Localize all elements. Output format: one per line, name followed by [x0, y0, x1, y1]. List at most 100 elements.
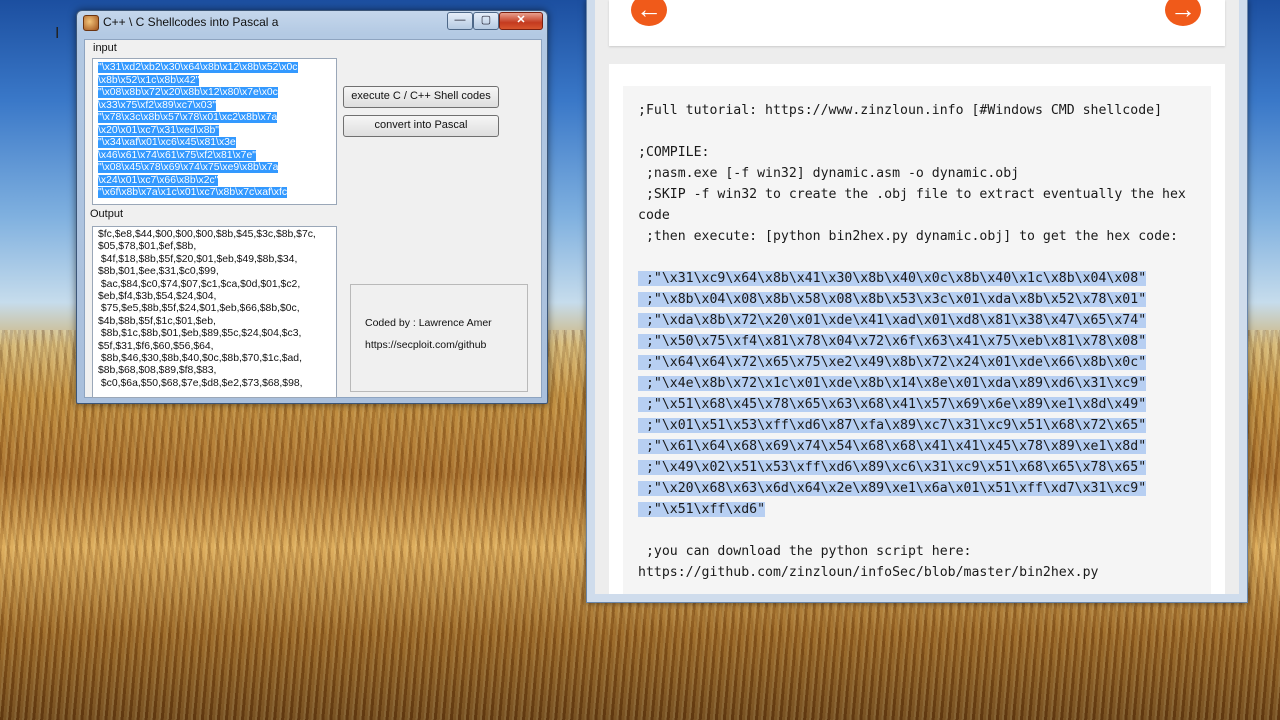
output-label: Output	[90, 208, 124, 220]
previous-arrow-icon[interactable]: ←	[631, 0, 667, 26]
code-line-text: code	[638, 208, 670, 223]
convert-button[interactable]: convert into Pascal	[343, 115, 499, 137]
input-line-text: \x24\x01\xc7\x66\x8b\x2c"	[98, 174, 219, 186]
code-line-text: ;you can download the python script here…	[638, 544, 972, 559]
maximize-button[interactable]: ▢	[473, 12, 499, 30]
input-line-text: "\x6f\x8b\x7a\x1c\x01\xc7\x8b\x7c\xaf\xf…	[98, 187, 288, 198]
close-button[interactable]: ✕	[499, 12, 543, 30]
output-line: $fc,$e8,$44,$00,$00,$00,$8b,$45,$3c,$8b,…	[98, 229, 316, 240]
input-line: \x20\x01\xc7\x31\xed\x8b"	[98, 124, 219, 138]
input-line: "\x08\x8b\x72\x20\x8b\x12\x80\x7e\x0c	[98, 87, 278, 100]
input-line: \x24\x01\xc7\x66\x8b\x2c"	[98, 174, 219, 188]
next-arrow-icon[interactable]: →	[1165, 0, 1201, 26]
code-line: ;"\x61\x64\x68\x69\x74\x54\x68\x68\x41\x…	[638, 436, 1147, 457]
app-icon	[83, 15, 99, 31]
code-line-text: ;"\xda\x8b\x72\x20\x01\xde\x41\xad\x01\x…	[638, 313, 1147, 328]
output-line: $8b,$46,$30,$8b,$40,$0c,$8b,$70,$1c,$ad,	[98, 353, 302, 364]
code-line: ;"\x51\x68\x45\x78\x65\x63\x68\x41\x57\x…	[638, 394, 1147, 415]
converter-window: C++ \ C Shellcodes into Pascal a — ▢ ✕ i…	[76, 10, 548, 404]
code-line-text: ;then execute: [python bin2hex.py dynami…	[638, 229, 1178, 244]
code-line-text: ;"\x31\xc9\x64\x8b\x41\x30\x8b\x40\x0c\x…	[638, 271, 1147, 286]
input-line-text: "\x08\x45\x78\x69\x74\x75\xe9\x8b\x7a	[98, 162, 279, 173]
code-line: ;"\x50\x75\xf4\x81\x78\x04\x72\x6f\x63\x…	[638, 331, 1147, 352]
input-line: "\x31\xd2\xb2\x30\x64\x8b\x12\x8b\x52\x0…	[98, 62, 298, 75]
input-textarea[interactable]: "\x31\xd2\xb2\x30\x64\x8b\x12\x8b\x52\x0…	[92, 58, 337, 205]
credit-panel: Coded by : Lawrence Amer https://secploi…	[350, 284, 528, 392]
code-line-text: ;"\x20\x68\x63\x6d\x64\x2e\x89\xe1\x6a\x…	[638, 481, 1147, 496]
input-line: \x46\x61\x74\x61\x75\xf2\x81\x7e"	[98, 149, 256, 163]
output-line: $4f,$18,$8b,$5f,$20,$01,$eb,$49,$8b,$34,	[98, 253, 298, 265]
content-card: ;Full tutorial: https://www.zinzloun.inf…	[609, 64, 1225, 594]
browser-page: ← → ;Full tutorial: https://www.zinzloun…	[595, 0, 1239, 594]
code-line-text: ;nasm.exe [-f win32] dynamic.asm -o dyna…	[638, 166, 1020, 181]
input-line-text: \x33\x75\xf2\x89\xc7\x03"	[98, 99, 217, 111]
input-line: "\x78\x3c\x8b\x57\x78\x01\xc2\x8b\x7a	[98, 112, 278, 125]
output-line: $5f,$31,$f6,$60,$56,$64,	[98, 340, 214, 352]
code-line-text: ;"\x4e\x8b\x72\x1c\x01\xde\x8b\x14\x8e\x…	[638, 376, 1147, 391]
code-line-text: ;"\x50\x75\xf4\x81\x78\x04\x72\x6f\x63\x…	[638, 334, 1147, 349]
code-line: ;nasm.exe [-f win32] dynamic.asm -o dyna…	[638, 163, 1019, 184]
input-line-text: \x46\x61\x74\x61\x75\xf2\x81\x7e"	[98, 149, 256, 161]
code-line-text: ;"\x49\x02\x51\x53\xff\xd6\x89\xc6\x31\x…	[638, 460, 1147, 475]
code-line-text: ;"\x64\x64\x72\x65\x75\xe2\x49\x8b\x72\x…	[638, 355, 1147, 370]
input-line-text: "\x08\x8b\x72\x20\x8b\x12\x80\x7e\x0c	[98, 87, 278, 98]
code-line: ;"\x4e\x8b\x72\x1c\x01\xde\x8b\x14\x8e\x…	[638, 373, 1147, 394]
code-line-text: ;"\x51\xff\xd6"	[638, 502, 766, 517]
code-block[interactable]: ;Full tutorial: https://www.zinzloun.inf…	[623, 86, 1211, 594]
input-line: "\x6f\x8b\x7a\x1c\x01\xc7\x8b\x7c\xaf\xf…	[98, 187, 288, 200]
input-line: \x8b\x52\x1c\x8b\x42"	[98, 74, 200, 88]
input-line-text: \x20\x01\xc7\x31\xed\x8b"	[98, 124, 219, 136]
code-line: https://github.com/zinzloun/infoSec/blob…	[638, 562, 1099, 583]
code-line-text: ;SKIP -f win32 to create the .obj file t…	[638, 187, 1186, 202]
window-client-area: input "\x31\xd2\xb2\x30\x64\x8b\x12\x8b\…	[84, 39, 542, 398]
code-line-text: ;Full tutorial: https://www.zinzloun.inf…	[638, 103, 1163, 118]
output-line: $4b,$8b,$5f,$1c,$01,$eb,	[98, 315, 216, 327]
output-line: $ac,$84,$c0,$74,$07,$c1,$ca,$0d,$01,$c2,	[98, 278, 301, 290]
code-line-text: ;"\x8b\x04\x08\x8b\x58\x08\x8b\x53\x3c\x…	[638, 292, 1147, 307]
code-line-text: ;"\x01\x51\x53\xff\xd6\x87\xfa\x89\xc7\x…	[638, 418, 1147, 433]
input-line-text: "\x34\xaf\x01\xc6\x45\x81\x3e	[98, 137, 236, 148]
code-line: ;COMPILE:	[638, 142, 709, 163]
code-line: code	[638, 205, 670, 226]
code-line-text: ;"\x51\x68\x45\x78\x65\x63\x68\x41\x57\x…	[638, 397, 1147, 412]
code-line: ;"\x31\xc9\x64\x8b\x41\x30\x8b\x40\x0c\x…	[638, 268, 1147, 289]
pager-card: ← →	[609, 0, 1225, 46]
code-line: ;"\x51\xff\xd6"	[638, 499, 766, 520]
minimize-button[interactable]: —	[447, 12, 473, 30]
browser-window: ← → ;Full tutorial: https://www.zinzloun…	[586, 0, 1248, 603]
input-line-text: "\x31\xd2\xb2\x30\x64\x8b\x12\x8b\x52\x0…	[98, 62, 298, 73]
input-line-text: \x8b\x52\x1c\x8b\x42"	[98, 74, 200, 86]
output-textarea[interactable]: $fc,$e8,$44,$00,$00,$00,$8b,$45,$3c,$8b,…	[92, 226, 337, 398]
code-line-text: https://github.com/zinzloun/infoSec/blob…	[638, 565, 1099, 580]
input-line: "\x08\x45\x78\x69\x74\x75\xe9\x8b\x7a	[98, 162, 279, 175]
input-line-text: "\x78\x3c\x8b\x57\x78\x01\xc2\x8b\x7a	[98, 112, 278, 123]
output-line: $8b,$68,$08,$89,$f8,$83,	[98, 365, 217, 377]
code-line: ;"\x49\x02\x51\x53\xff\xd6\x89\xc6\x31\x…	[638, 457, 1147, 478]
text-cursor-icon: I	[55, 25, 60, 42]
code-line-text: ;COMPILE:	[638, 145, 710, 160]
code-line: ;"\x20\x68\x63\x6d\x64\x2e\x89\xe1\x6a\x…	[638, 478, 1147, 499]
output-line: $eb,$f4,$3b,$54,$24,$04,	[98, 291, 217, 302]
input-line: "\x34\xaf\x01\xc6\x45\x81\x3e	[98, 137, 236, 150]
code-line: ;Full tutorial: https://www.zinzloun.inf…	[638, 100, 1162, 121]
window-title: C++ \ C Shellcodes into Pascal a	[103, 15, 279, 29]
credit-url: https://secploit.com/github	[365, 339, 487, 351]
execute-button[interactable]: execute C / C++ Shell codes	[343, 86, 499, 108]
output-line: $c0,$6a,$50,$68,$7e,$d8,$e2,$73,$68,$98,	[98, 377, 303, 389]
credit-author: Coded by : Lawrence Amer	[365, 317, 492, 329]
title-bar[interactable]: C++ \ C Shellcodes into Pascal a — ▢ ✕	[77, 11, 547, 33]
code-line: ;SKIP -f win32 to create the .obj file t…	[638, 184, 1186, 205]
output-line: $8b,$01,$ee,$31,$c0,$99,	[98, 266, 219, 278]
code-line: ;"\x01\x51\x53\xff\xd6\x87\xfa\x89\xc7\x…	[638, 415, 1147, 436]
output-line: $8b,$1c,$8b,$01,$eb,$89,$5c,$24,$04,$c3,	[98, 328, 302, 340]
input-label: input	[93, 42, 117, 54]
code-line: ;"\x64\x64\x72\x65\x75\xe2\x49\x8b\x72\x…	[638, 352, 1147, 373]
output-line: $75,$e5,$8b,$5f,$24,$01,$eb,$66,$8b,$0c,	[98, 303, 300, 315]
output-line: $05,$78,$01,$ef,$8b,	[98, 241, 197, 253]
code-line: ;"\xda\x8b\x72\x20\x01\xde\x41\xad\x01\x…	[638, 310, 1147, 331]
code-line: ;you can download the python script here…	[638, 541, 972, 562]
input-line: \x33\x75\xf2\x89\xc7\x03"	[98, 99, 217, 113]
code-line-text: ;"\x61\x64\x68\x69\x74\x54\x68\x68\x41\x…	[638, 439, 1147, 454]
code-line: ;then execute: [python bin2hex.py dynami…	[638, 226, 1178, 247]
code-line: ;"\x8b\x04\x08\x8b\x58\x08\x8b\x53\x3c\x…	[638, 289, 1147, 310]
